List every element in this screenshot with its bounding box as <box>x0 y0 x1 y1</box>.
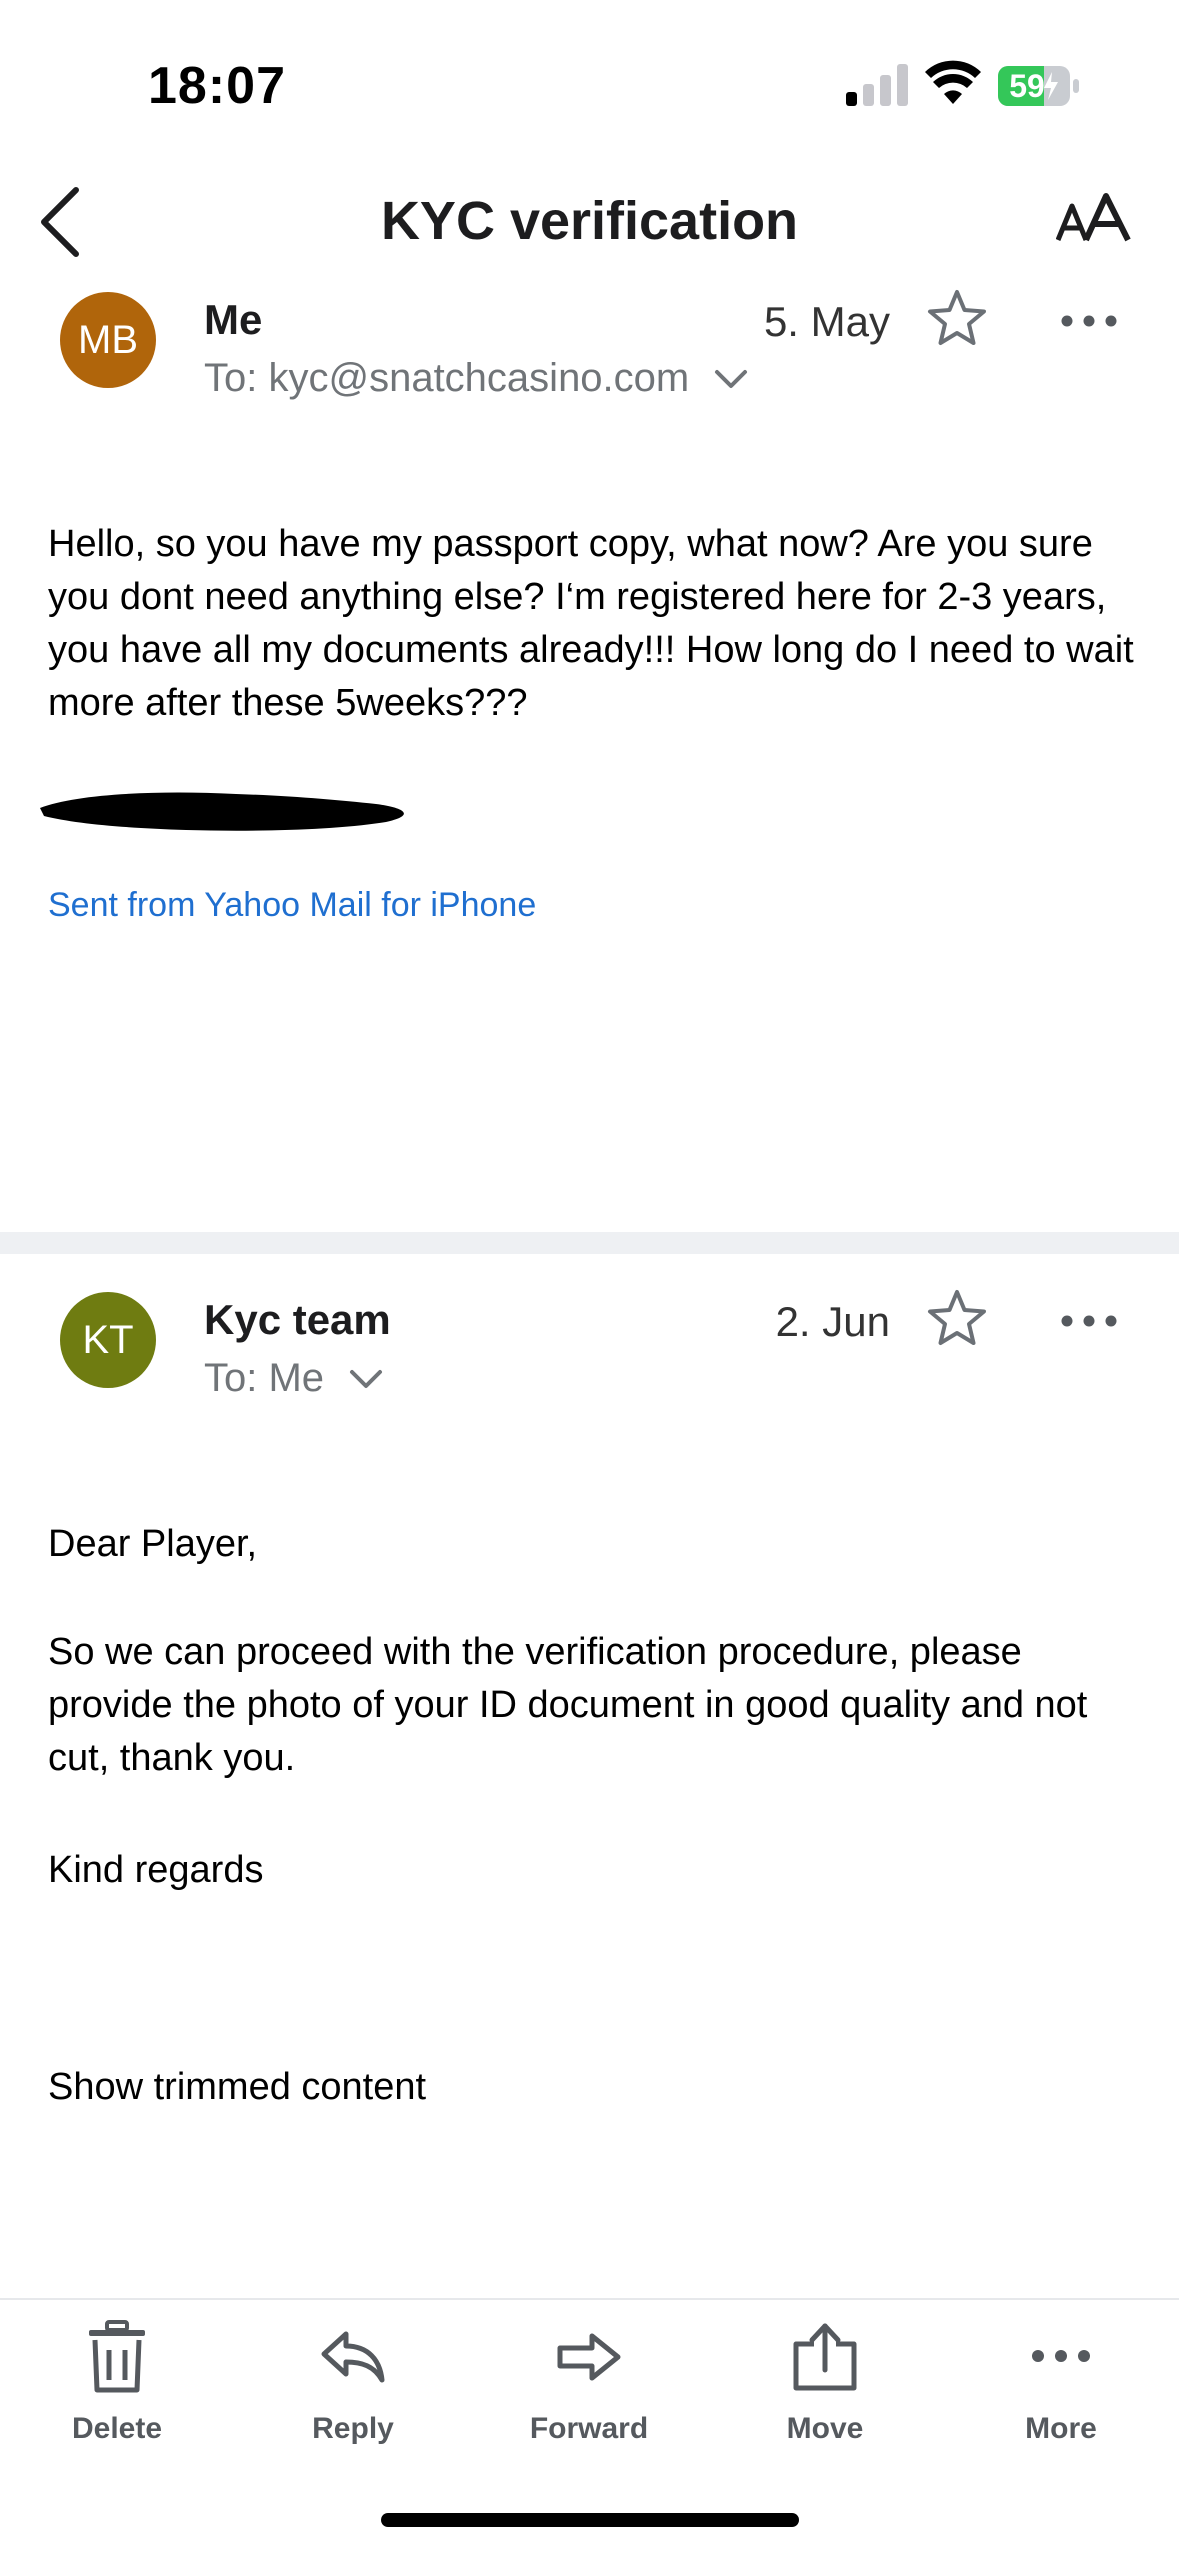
more-options-icon[interactable] <box>1058 290 1120 352</box>
forward-label: Forward <box>529 2412 649 2445</box>
delete-label: Delete <box>71 2412 163 2445</box>
more-options-icon[interactable] <box>1058 1290 1120 1352</box>
delete-button[interactable]: Delete <box>17 2320 217 2446</box>
sender-name: Kyc team <box>204 1296 391 1343</box>
show-trimmed-content-link[interactable]: Show trimmed content <box>48 2066 426 2109</box>
star-icon[interactable] <box>926 288 988 350</box>
battery-icon: 59 <box>998 66 1080 106</box>
reply-button[interactable]: Reply <box>253 2320 453 2446</box>
status-time: 18:07 <box>148 57 286 115</box>
message-body: Hello, so you have my passport copy, wha… <box>48 523 1134 724</box>
forward-icon <box>557 2333 621 2381</box>
recipient-text: To: Me <box>204 1356 325 1400</box>
avatar-initials: KT <box>82 1318 134 1362</box>
avatar: KT <box>60 1292 156 1388</box>
forward-button[interactable]: Forward <box>489 2320 689 2446</box>
cellular-signal-icon <box>846 64 908 106</box>
recipient-text: To: kyc@snatchcasino.com <box>204 356 690 400</box>
more-icon <box>1032 2350 1090 2362</box>
move-to-folder-icon <box>793 2323 857 2391</box>
redacted-signature <box>40 792 404 831</box>
avatar: MB <box>60 292 156 388</box>
move-button[interactable]: Move <box>725 2320 925 2446</box>
trash-icon <box>89 2320 145 2393</box>
chevron-down-icon[interactable] <box>714 369 748 391</box>
home-indicator[interactable] <box>381 2513 799 2527</box>
star-icon[interactable] <box>926 1288 988 1350</box>
recipient-line[interactable]: To: kyc@snatchcasino.com <box>204 356 748 401</box>
move-label: Move <box>786 2412 864 2445</box>
sent-from-link[interactable]: Sent from Yahoo Mail for iPhone <box>48 886 536 925</box>
recipient-line[interactable]: To: Me <box>204 1356 383 1401</box>
more-button[interactable]: More <box>961 2320 1161 2446</box>
message-body: So we can proceed with the verification … <box>48 1631 1088 1779</box>
more-label: More <box>1025 2412 1097 2445</box>
avatar-initials: MB <box>78 318 138 362</box>
message-divider <box>0 1232 1179 1254</box>
page-title: KYC verification <box>380 191 799 251</box>
sender-name: Me <box>204 296 263 343</box>
reply-label: Reply <box>312 2412 394 2445</box>
battery-percent: 59 <box>1009 68 1045 104</box>
message-date: 5. May <box>763 298 890 345</box>
message-body-greeting: Dear Player, <box>48 1523 258 1565</box>
text-size-icon[interactable] <box>1056 190 1132 250</box>
chevron-down-icon[interactable] <box>349 1369 383 1391</box>
message-body-closing: Kind regards <box>48 1849 264 1891</box>
wifi-icon <box>925 60 981 104</box>
message-date: 2. Jun <box>775 1298 890 1345</box>
reply-icon <box>321 2331 385 2383</box>
